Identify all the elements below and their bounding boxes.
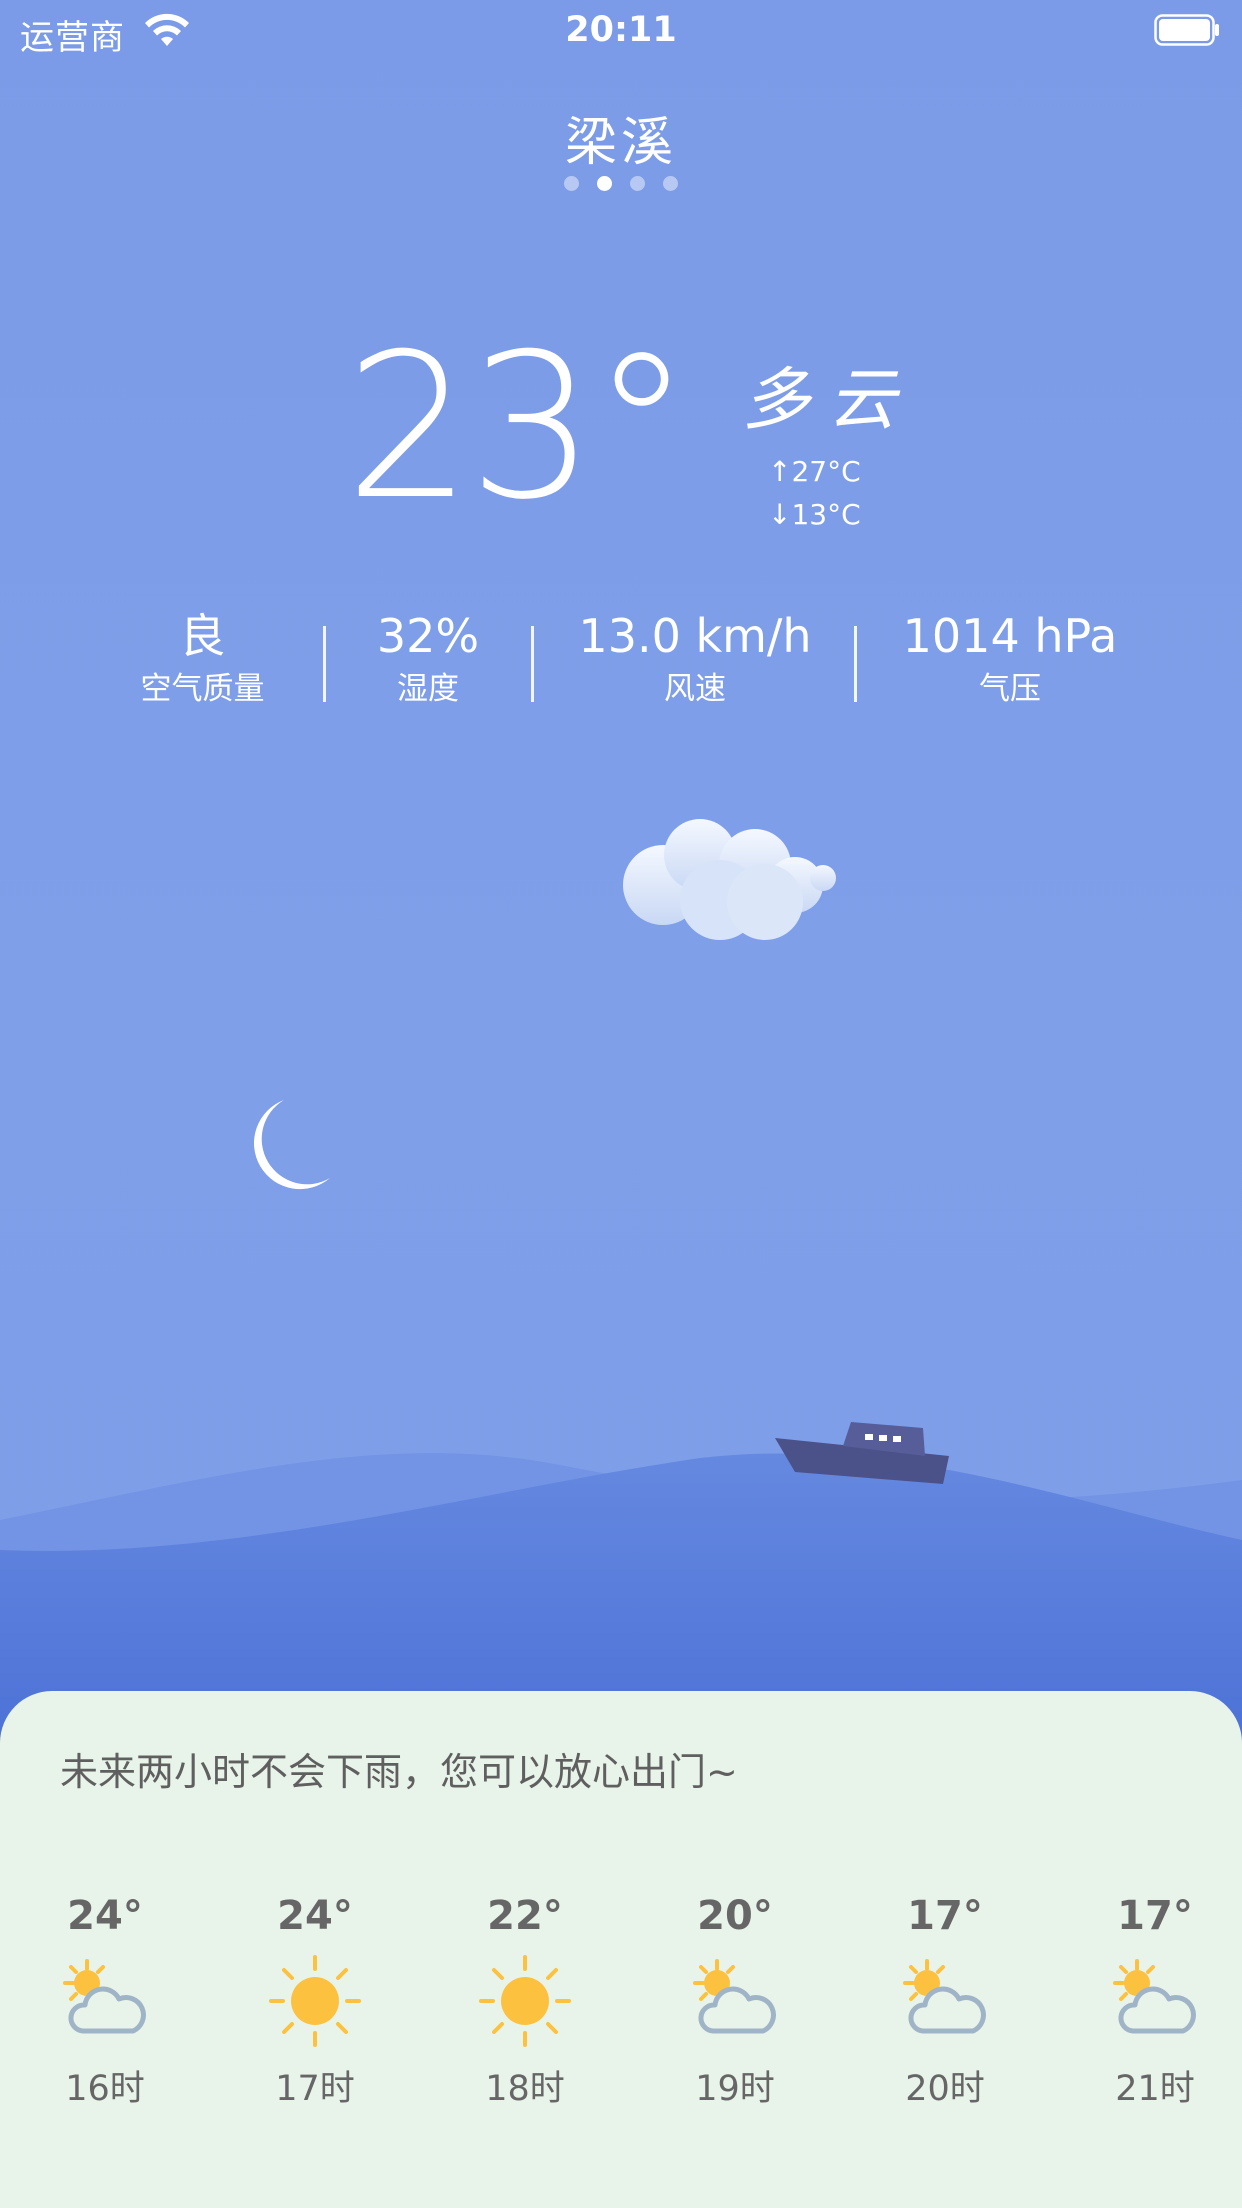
hourly-item[interactable]: 17° 20时 (870, 1891, 1020, 2111)
air-quality-label: 空气质量 (140, 671, 265, 707)
hourly-time: 21时 (1115, 2069, 1195, 2109)
hourly-time: 19时 (695, 2069, 775, 2109)
hourly-temp: 20° (697, 1893, 773, 1939)
hourly-item[interactable]: 22° 18时 (450, 1891, 600, 2111)
stat-divider (531, 626, 534, 702)
boat-illustration (775, 1422, 949, 1484)
hourly-temp: 17° (1117, 1893, 1193, 1939)
humidity-value: 32% (376, 609, 480, 663)
hourly-time: 18时 (485, 2069, 565, 2109)
hourly-forecast[interactable]: 24° 16时 24° 17时 22° 18时 20° 19时 17° 20时 … (0, 1891, 1242, 2151)
hourly-time: 17时 (275, 2069, 355, 2109)
city-name[interactable]: 梁溪 (0, 100, 1242, 175)
stat-air-quality: 良 空气质量 (110, 606, 295, 712)
page-dot-4[interactable] (663, 176, 678, 191)
status-time: 20:11 (565, 10, 677, 50)
hourly-temp: 24° (67, 1893, 143, 1939)
low-temperature: ↓13°C (768, 498, 861, 531)
page-dot-3[interactable] (630, 176, 645, 191)
sunny-icon (479, 1955, 571, 2047)
page-dot-2[interactable] (597, 176, 612, 191)
cloud-illustration (623, 819, 836, 940)
pressure-label: 气压 (979, 671, 1041, 707)
hourly-time: 16时 (65, 2069, 145, 2109)
hourly-item[interactable]: 17° 21时 (1080, 1891, 1230, 2111)
sunny-icon (269, 1955, 361, 2047)
stat-divider (323, 626, 326, 702)
wind-speed-label: 风速 (664, 671, 726, 707)
weather-condition: 多云 (742, 361, 915, 440)
partly-cloudy-icon (693, 1959, 776, 2034)
wind-speed-value: 13.0 km/h (578, 609, 812, 663)
high-temperature: ↑27°C (768, 455, 861, 488)
hourly-item[interactable]: 20° 19时 (660, 1891, 810, 2111)
hourly-item[interactable]: 24° 17时 (240, 1891, 390, 2111)
status-bar: 运营商 20:11 (0, 0, 1242, 62)
hourly-item[interactable]: 24° 16时 (30, 1891, 180, 2111)
page-indicator[interactable] (0, 176, 1242, 191)
air-quality-value: 良 (179, 609, 226, 663)
rain-notice: 未来两小时不会下雨，您可以放心出门~ (60, 1750, 738, 1794)
partly-cloudy-icon (63, 1959, 146, 2034)
stat-pressure: 1014 hPa 气压 (880, 606, 1140, 712)
current-temperature: 23° (345, 311, 691, 544)
forecast-panel: 未来两小时不会下雨，您可以放心出门~ 24° 16时 24° 17时 22° 1… (0, 1691, 1242, 2208)
hourly-time: 20时 (905, 2069, 985, 2109)
partly-cloudy-icon (1113, 1959, 1196, 2034)
battery-icon (1154, 14, 1219, 46)
stat-humidity: 32% 湿度 (348, 606, 508, 712)
stat-divider (854, 626, 857, 702)
pressure-value: 1014 hPa (902, 609, 1118, 663)
moon-icon (254, 1100, 330, 1190)
humidity-label: 湿度 (397, 671, 459, 707)
hourly-temp: 17° (907, 1893, 983, 1939)
stat-wind-speed: 13.0 km/h 风速 (560, 606, 830, 712)
partly-cloudy-icon (903, 1959, 986, 2034)
hourly-temp: 22° (487, 1893, 563, 1939)
page-dot-1[interactable] (564, 176, 579, 191)
hourly-temp: 24° (277, 1893, 353, 1939)
